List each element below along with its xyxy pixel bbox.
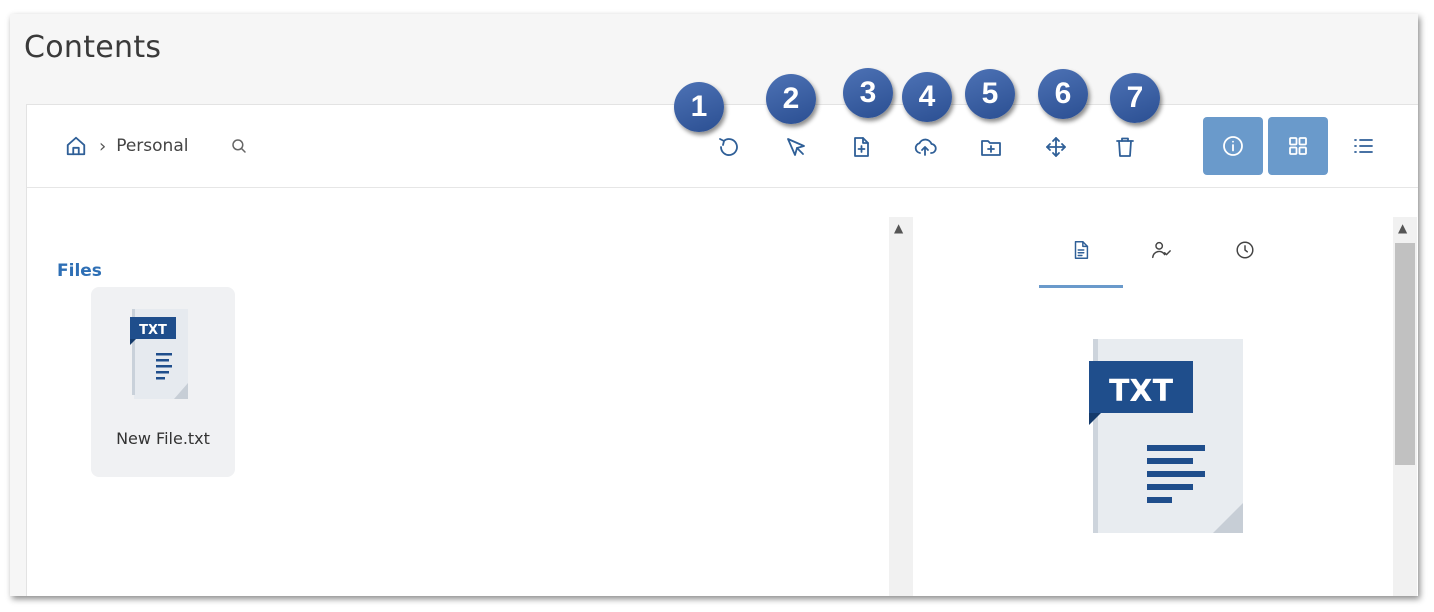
list-icon [1354, 139, 1373, 153]
document-icon [1074, 241, 1089, 259]
callout-badge-4: 4 [902, 72, 952, 122]
user-check-icon [1152, 241, 1171, 259]
file-name: New File.txt [116, 429, 210, 448]
refresh-icon[interactable] [715, 133, 743, 161]
search-icon[interactable] [230, 137, 248, 155]
tab-details[interactable] [1051, 239, 1111, 283]
new-folder-icon[interactable] [977, 133, 1005, 161]
page-title: Contents [24, 30, 162, 65]
list-view-button[interactable] [1333, 117, 1393, 175]
txt-file-icon: TXT [130, 309, 188, 399]
cursor-select-icon[interactable] [782, 133, 810, 161]
callout-badge-1: 1 [674, 82, 724, 132]
info-button[interactable] [1203, 117, 1263, 175]
breadcrumb: › Personal [65, 135, 248, 157]
files-section-label: Files [57, 261, 102, 281]
callout-badge-3: 3 [843, 68, 893, 118]
scrollbar-thumb[interactable] [1395, 243, 1415, 465]
tab-history[interactable] [1215, 239, 1275, 283]
contents-panel: › Personal Files TXT New File.txt ▲ TXT … [26, 104, 1418, 596]
move-icon[interactable] [1042, 133, 1070, 161]
file-tile[interactable]: TXT New File.txt [91, 287, 235, 477]
cloud-upload-icon[interactable] [911, 133, 939, 161]
breadcrumb-current[interactable]: Personal [116, 136, 188, 156]
callout-badge-5: 5 [965, 69, 1015, 119]
txt-file-preview-icon: TXT [1089, 339, 1243, 533]
tab-sharing[interactable] [1131, 239, 1191, 283]
grid-view-button[interactable] [1268, 117, 1328, 175]
active-tab-indicator [1039, 285, 1123, 288]
preview-type-label: TXT [1109, 374, 1174, 409]
file-type-label: TXT [139, 323, 167, 338]
grid-icon [1289, 137, 1307, 155]
details-scrollbar[interactable]: ▲ [1393, 217, 1417, 596]
details-pane: TXT [915, 217, 1393, 596]
files-scrollbar[interactable]: ▲ [889, 217, 913, 596]
scroll-up-arrow-icon[interactable]: ▲ [894, 221, 903, 235]
clock-icon [1236, 241, 1254, 259]
scroll-up-arrow-icon[interactable]: ▲ [1398, 221, 1407, 235]
toolbar: › Personal [27, 105, 1418, 188]
breadcrumb-separator: › [99, 135, 107, 157]
callout-badge-6: 6 [1038, 69, 1088, 119]
trash-icon[interactable] [1111, 133, 1139, 161]
home-icon[interactable] [65, 135, 87, 157]
info-icon [1223, 136, 1243, 156]
contents-window: Contents 1 2 3 4 5 6 7 › Personal Files … [10, 14, 1418, 596]
callout-badge-2: 2 [766, 74, 816, 124]
callout-badge-7: 7 [1110, 73, 1160, 123]
new-file-icon[interactable] [847, 133, 875, 161]
